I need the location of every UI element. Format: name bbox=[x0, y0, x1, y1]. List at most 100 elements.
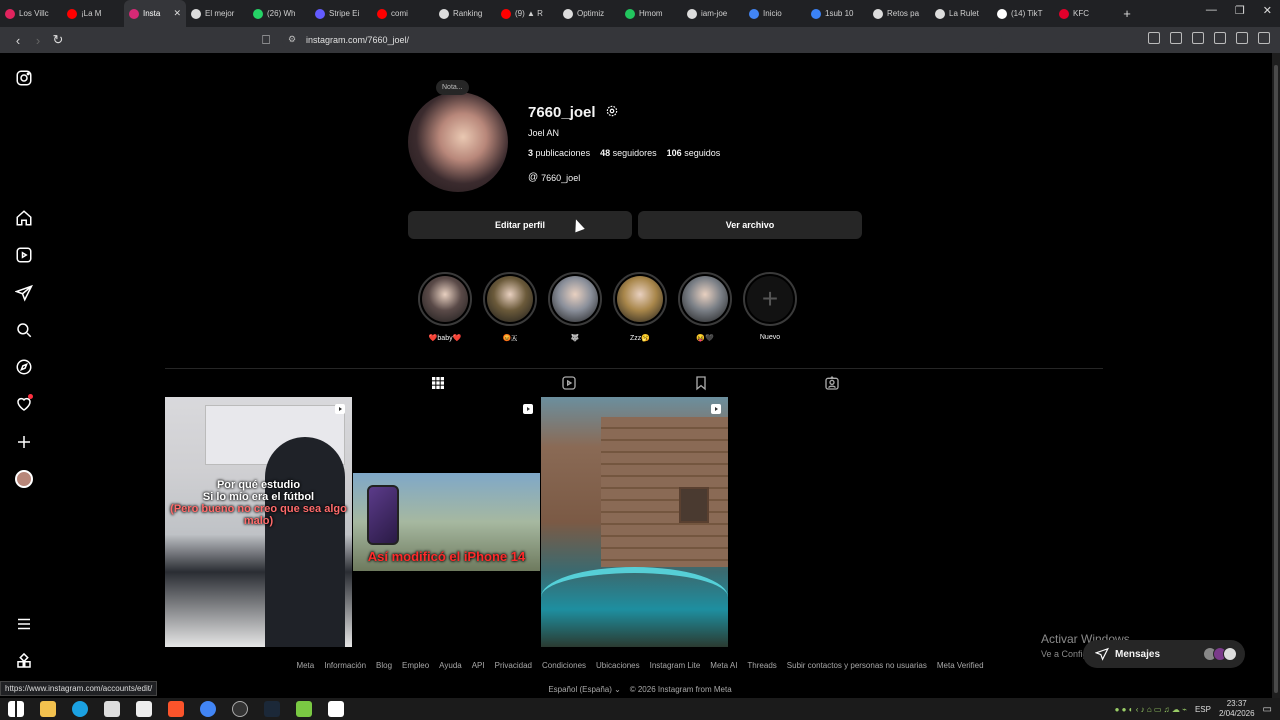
browser-tab[interactable]: Retos pa bbox=[868, 0, 930, 27]
highlight-item[interactable]: 😡🇦 bbox=[483, 272, 537, 343]
home-icon[interactable] bbox=[14, 208, 34, 228]
highlight-item[interactable]: 😝🖤 bbox=[678, 272, 732, 343]
openai-icon[interactable] bbox=[232, 701, 248, 717]
notifications-center-icon[interactable]: ▭ bbox=[1263, 704, 1272, 715]
footer-link[interactable]: Threads bbox=[747, 661, 776, 670]
extension-icon[interactable] bbox=[1148, 32, 1160, 44]
minimize-icon[interactable]: — bbox=[1206, 4, 1217, 17]
bookmark-icon[interactable]: ⎕ bbox=[256, 32, 276, 48]
create-icon[interactable] bbox=[14, 432, 34, 452]
messages-pill[interactable]: Mensajes bbox=[1083, 640, 1245, 668]
browser-tab[interactable]: La Rulet bbox=[930, 0, 992, 27]
profile-note[interactable]: Nota... bbox=[436, 80, 469, 95]
profile-avatar[interactable] bbox=[408, 92, 508, 192]
browser-tab[interactable]: (9) ▲ R bbox=[496, 0, 558, 27]
post-tile[interactable]: Por qué estudio Si lo mío era el fútbol … bbox=[165, 397, 352, 647]
maximize-icon[interactable]: ❐ bbox=[1235, 4, 1245, 17]
new-highlight-button[interactable]: + Nuevo bbox=[743, 272, 797, 343]
followers-stat[interactable]: 48 seguidores bbox=[600, 148, 657, 158]
leo-icon[interactable] bbox=[1214, 32, 1226, 44]
following-stat[interactable]: 106 seguidos bbox=[667, 148, 721, 158]
close-window-icon[interactable]: ✕ bbox=[1263, 4, 1272, 17]
page-scrollbar[interactable] bbox=[1272, 53, 1280, 698]
footer-link[interactable]: Ayuda bbox=[439, 661, 462, 670]
tab-close-icon[interactable]: ✕ bbox=[173, 8, 181, 19]
profile-icon[interactable] bbox=[14, 469, 34, 489]
messages-icon[interactable] bbox=[14, 283, 34, 303]
app-icon[interactable] bbox=[296, 701, 312, 717]
post-tile[interactable]: Así modificó el iPhone 14 bbox=[353, 397, 540, 647]
search-icon[interactable] bbox=[14, 320, 34, 340]
browser-tab[interactable]: Hmom bbox=[620, 0, 682, 27]
highlight-item[interactable]: Zzz🥱 bbox=[613, 272, 667, 343]
browser-tab[interactable]: iam-joe bbox=[682, 0, 744, 27]
footer-link[interactable]: Subir contactos y personas no usuarias bbox=[787, 661, 927, 670]
menu-icon[interactable] bbox=[1258, 32, 1270, 44]
explore-icon[interactable] bbox=[14, 357, 34, 377]
language-indicator[interactable]: ESP bbox=[1195, 705, 1211, 714]
footer-link[interactable]: Meta AI bbox=[710, 661, 737, 670]
tray-icons[interactable]: ● ● ◐ ‹ ♪ ⌂ ▭ ♫ ☁ ⌁ bbox=[1115, 705, 1187, 714]
footer-link[interactable]: Ubicaciones bbox=[596, 661, 640, 670]
edit-profile-button[interactable]: Editar perfil bbox=[408, 211, 632, 239]
post-tile[interactable] bbox=[541, 397, 728, 647]
browser-tab[interactable]: Los Villc bbox=[0, 0, 62, 27]
saved-icon[interactable] bbox=[693, 375, 709, 391]
highlight-item[interactable]: 🐺 bbox=[548, 272, 602, 343]
capcut-icon[interactable] bbox=[328, 701, 344, 717]
highlight-item[interactable]: ❤️baby❤️ bbox=[418, 272, 472, 343]
footer-link[interactable]: API bbox=[472, 661, 485, 670]
footer-link[interactable]: Condiciones bbox=[542, 661, 586, 670]
post-caption-line: Por qué estudio bbox=[216, 479, 301, 491]
footer-link[interactable]: Blog bbox=[376, 661, 392, 670]
chrome-icon[interactable] bbox=[200, 701, 216, 717]
view-archive-button[interactable]: Ver archivo bbox=[638, 211, 862, 239]
language-select[interactable]: Español (España) ⌄ bbox=[548, 685, 621, 694]
instagram-logo-icon[interactable] bbox=[14, 68, 34, 88]
browser-tab[interactable]: comi bbox=[372, 0, 434, 27]
browser-tab[interactable]: KFC bbox=[1054, 0, 1116, 27]
footer-link[interactable]: Información bbox=[324, 661, 366, 670]
forward-icon[interactable]: › bbox=[28, 33, 48, 48]
store-icon[interactable] bbox=[104, 701, 120, 717]
browser-tab[interactable]: (14) TikT bbox=[992, 0, 1054, 27]
browser-tab[interactable]: Ranking bbox=[434, 0, 496, 27]
scrollbar-thumb[interactable] bbox=[1274, 65, 1278, 693]
notifications-icon[interactable] bbox=[14, 394, 34, 414]
steam-icon[interactable] bbox=[264, 701, 280, 717]
footer-link[interactable]: Meta bbox=[296, 661, 314, 670]
browser-tab[interactable]: (26) Wh bbox=[248, 0, 310, 27]
footer-link[interactable]: Privacidad bbox=[495, 661, 532, 670]
mail-icon[interactable] bbox=[136, 701, 152, 717]
browser-tab[interactable]: ¡La M bbox=[62, 0, 124, 27]
browser-tab[interactable]: Inicio bbox=[744, 0, 806, 27]
back-icon[interactable]: ‹ bbox=[8, 33, 28, 48]
posts-grid-icon[interactable] bbox=[430, 375, 446, 391]
start-icon[interactable] bbox=[8, 701, 24, 717]
tagged-icon[interactable] bbox=[824, 375, 840, 391]
url-field[interactable]: ⚙ instagram.com/7660_joel/ bbox=[282, 31, 1002, 49]
site-info-icon[interactable]: ⚙ bbox=[288, 34, 296, 45]
vpn-icon[interactable] bbox=[1236, 32, 1248, 44]
settings-gear-icon[interactable] bbox=[605, 104, 619, 118]
more-icon[interactable] bbox=[14, 614, 34, 634]
reels-icon[interactable] bbox=[14, 245, 34, 265]
browser-tab[interactable]: Insta ✕ bbox=[124, 0, 186, 27]
edge-icon[interactable] bbox=[72, 701, 88, 717]
new-tab-button[interactable]: + bbox=[1116, 6, 1138, 21]
browser-tab[interactable]: Optimiz bbox=[558, 0, 620, 27]
browser-tab[interactable]: Stripe Ei bbox=[310, 0, 372, 27]
reels-tab-icon[interactable] bbox=[561, 375, 577, 391]
threads-link[interactable]: @ 7660_joel bbox=[528, 172, 580, 183]
browser-tab[interactable]: 1sub 10 bbox=[806, 0, 868, 27]
browser-tab[interactable]: El mejor bbox=[186, 0, 248, 27]
brave-icon[interactable] bbox=[168, 701, 184, 717]
reload-icon[interactable]: ↻ bbox=[48, 32, 68, 48]
wallet-icon[interactable] bbox=[1192, 32, 1204, 44]
clock[interactable]: 23:37 2/04/2026 bbox=[1219, 699, 1255, 719]
file-explorer-icon[interactable] bbox=[40, 701, 56, 717]
sidebar-toggle-icon[interactable] bbox=[1170, 32, 1182, 44]
footer-link[interactable]: Instagram Lite bbox=[650, 661, 701, 670]
footer-link[interactable]: Meta Verified bbox=[937, 661, 984, 670]
footer-link[interactable]: Empleo bbox=[402, 661, 429, 670]
